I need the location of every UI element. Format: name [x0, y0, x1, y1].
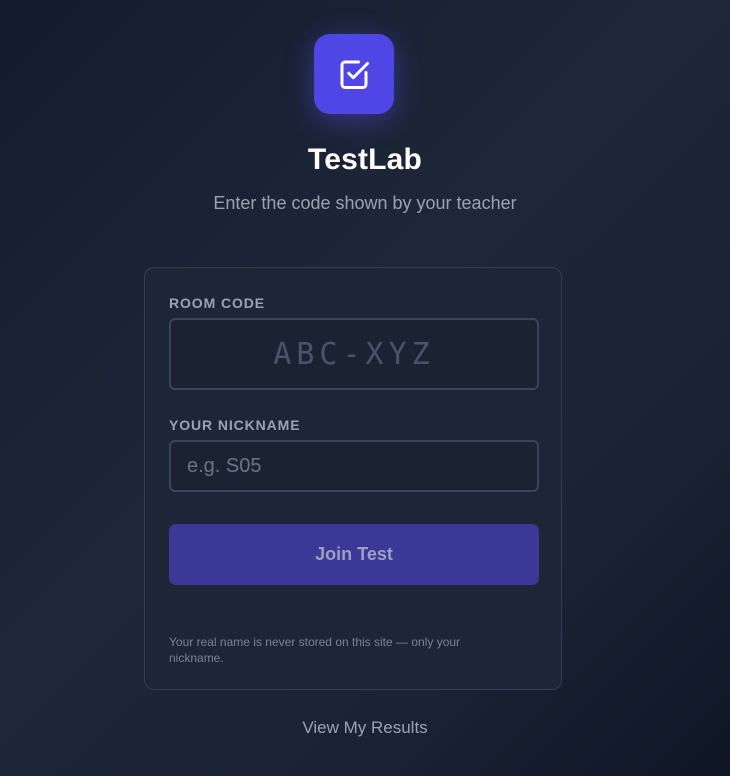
app-logo: [314, 34, 394, 114]
nickname-input[interactable]: [169, 440, 539, 492]
join-form-card: ROOM CODE YOUR NICKNAME Join Test Your r…: [144, 267, 562, 690]
room-code-label: ROOM CODE: [169, 295, 265, 311]
view-results-link[interactable]: View My Results: [0, 718, 730, 738]
privacy-note: Your real name is never stored on this s…: [169, 635, 461, 665]
app-subtitle: Enter the code shown by your teacher: [213, 193, 517, 213]
nickname-label: YOUR NICKNAME: [169, 417, 301, 433]
checkbox-icon: [340, 60, 369, 89]
join-test-button[interactable]: Join Test: [169, 524, 539, 585]
app-title: TestLab: [307, 143, 423, 176]
room-code-input[interactable]: [169, 318, 539, 390]
